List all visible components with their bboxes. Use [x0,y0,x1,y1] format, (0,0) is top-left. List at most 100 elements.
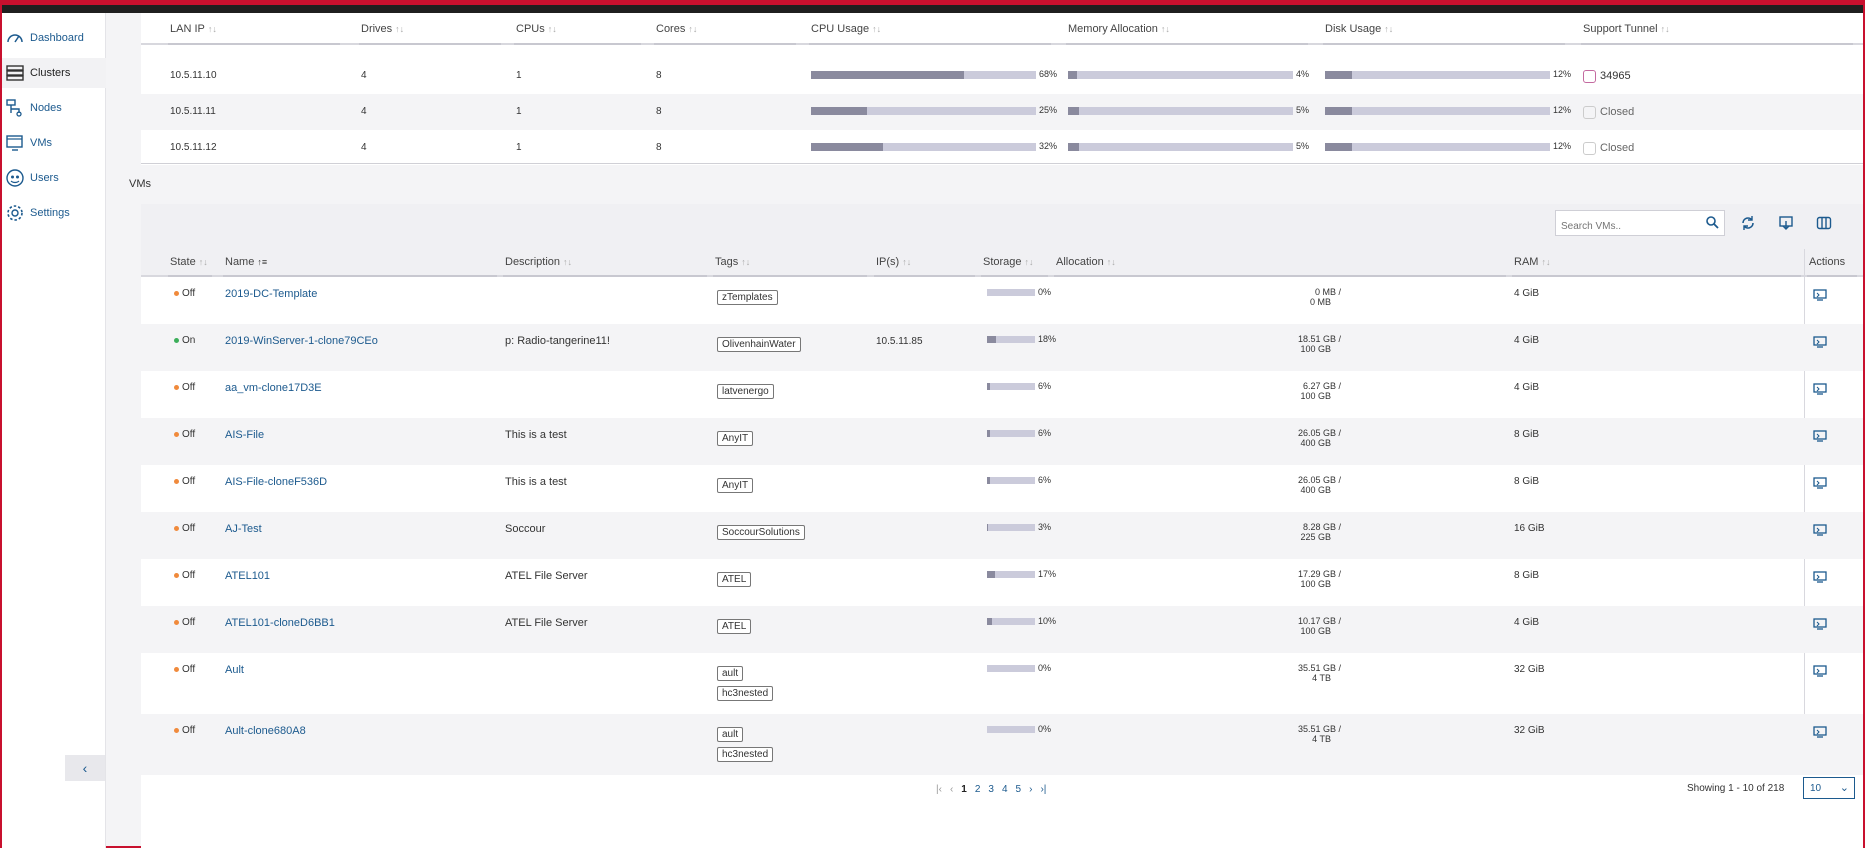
vm-table-row: Off 2019-DC-Template zTemplates 0% 0 MB /0 M… [141,277,1863,324]
refresh-button[interactable] [1737,212,1759,234]
mem-usage-percent: 5% [1296,105,1310,115]
column-header-disk-usage[interactable]: Disk Usage ↑↓ [1325,23,1393,35]
state-off-dot-icon [174,619,179,625]
column-header-memory-allocation[interactable]: Memory Allocation ↑↓ [1068,23,1170,35]
vm-state-label: Off [182,664,196,675]
vm-name-link[interactable]: AJ-Test [225,523,262,535]
per-page-value: 10 [1810,783,1822,794]
vm-name-link[interactable]: aa_vm-clone17D3E [225,382,322,394]
vm-name-link[interactable]: 2019-WinServer-1-clone79CEo [225,335,378,347]
page-1-button[interactable]: 1 [961,784,967,795]
allocation-total: 0 MB [1309,297,1331,307]
console-action-button[interactable] [1813,430,1827,442]
console-monitor-icon [1813,336,1827,348]
vm-allocation: 26.05 GB /400 GB [1201,475,1341,495]
vm-tag[interactable]: hc3nested [717,747,774,762]
vm-name-link[interactable]: Ault-clone680A8 [225,725,306,737]
column-header-drives[interactable]: Drives ↑↓ [361,23,404,35]
vm-table-row: Off ATEL101-cloneD6BB1 ATEL File Server ATE… [141,606,1863,653]
vm-allocation: 10.17 GB /100 GB [1201,616,1341,636]
sidebar-item-clusters[interactable]: Clusters [2,58,106,88]
column-header-label: Tags [715,256,739,268]
column-header-ram[interactable]: RAM ↑↓ [1514,256,1550,268]
vm-tag[interactable]: AnyIT [717,431,754,446]
vm-tag[interactable]: zTemplates [717,290,778,305]
vm-name-link[interactable]: ATEL101 [225,570,270,582]
vm-tag[interactable]: ault [717,727,744,742]
chevron-right-icon[interactable]: › [1029,784,1032,795]
console-action-button[interactable] [1813,665,1827,677]
disk-usage-percent: 12% [1553,105,1572,115]
console-action-button[interactable] [1813,524,1827,536]
sidebar-item-settings[interactable]: Settings [2,198,106,228]
sidebar-item-vms[interactable]: VMs [2,128,106,158]
column-header-underline [654,43,796,45]
console-action-button[interactable] [1813,477,1827,489]
first-page-icon[interactable]: |‹ [936,784,942,795]
console-action-button[interactable] [1813,726,1827,738]
vm-ram: 8 GiB [1514,429,1540,440]
columns-button[interactable] [1813,212,1835,234]
vm-name-link[interactable]: ATEL101-cloneD6BB1 [225,617,335,629]
vm-tag[interactable]: hc3nested [717,686,774,701]
storage-usage-percent: 17% [1038,569,1057,579]
column-header-ip-s-[interactable]: IP(s) ↑↓ [876,256,911,268]
vm-allocation: 35.51 GB /4 TB [1201,724,1341,744]
vm-name-link[interactable]: AIS-File-cloneF536D [225,476,327,488]
vm-state: Off [174,664,195,675]
vm-tag[interactable]: SoccourSolutions [717,525,805,540]
vm-allocation: 26.05 GB /400 GB [1201,428,1341,448]
column-header-storage[interactable]: Storage ↑↓ [983,256,1034,268]
vm-tag[interactable]: latvenergo [717,384,774,399]
page-4-button[interactable]: 4 [1002,784,1008,795]
chevron-left-icon: ‹ [82,760,88,776]
chevron-left-icon[interactable]: ‹ [950,784,953,795]
vm-state-label: Off [182,382,196,393]
search-vms-input[interactable] [1555,210,1725,236]
cpu-usage-fill [811,107,868,115]
column-header-description[interactable]: Description ↑↓ [505,256,572,268]
storage-usage-fill [987,336,996,343]
console-action-button[interactable] [1813,618,1827,630]
vm-tag[interactable]: ATEL [717,619,752,634]
storage-usage-bar [987,665,1035,672]
column-header-state[interactable]: State ↑↓ [170,256,208,268]
column-header-name[interactable]: Name ↑≡ [225,256,267,268]
vm-tag[interactable]: AnyIT [717,478,754,493]
allocation-total: 100 GB [1300,626,1331,636]
sidebar-item-nodes[interactable]: Nodes [2,93,106,123]
sidebar-item-users[interactable]: Users [2,163,106,193]
collapse-sidebar-button[interactable]: ‹ [65,755,105,781]
console-monitor-icon [1813,524,1827,536]
import-button[interactable] [1775,212,1797,234]
disk-usage-percent: 12% [1553,141,1572,151]
console-action-button[interactable] [1813,336,1827,348]
console-action-button[interactable] [1813,383,1827,395]
sidebar-item-dashboard[interactable]: Dashboard [2,23,106,53]
column-header-tags[interactable]: Tags ↑↓ [715,256,750,268]
vm-name-link[interactable]: Ault [225,664,244,676]
column-header-cores[interactable]: Cores ↑↓ [656,23,697,35]
page-2-button[interactable]: 2 [975,784,981,795]
last-page-icon[interactable]: ›| [1040,784,1046,795]
vm-tag[interactable]: ault [717,666,744,681]
search-icon[interactable] [1705,215,1719,229]
gear-icon [4,202,26,224]
page-3-button[interactable]: 3 [988,784,994,795]
vm-tag[interactable]: ATEL [717,572,752,587]
per-page-select[interactable]: 10 ⌄ [1803,777,1855,799]
top-accent-stripe [2,2,1863,5]
column-header-support-tunnel[interactable]: Support Tunnel ↑↓ [1583,23,1670,35]
page-5-button[interactable]: 5 [1016,784,1022,795]
column-header-allocation[interactable]: Allocation ↑↓ [1056,256,1116,268]
vm-state: Off [174,382,195,393]
vm-name-link[interactable]: 2019-DC-Template [225,288,317,300]
console-action-button[interactable] [1813,289,1827,301]
column-header-lan-ip[interactable]: LAN IP ↑↓ [170,23,217,35]
column-header-cpus[interactable]: CPUs ↑↓ [516,23,557,35]
console-action-button[interactable] [1813,571,1827,583]
column-header-cpu-usage[interactable]: CPU Usage ↑↓ [811,23,881,35]
vm-state-label: On [182,335,196,346]
vm-tag[interactable]: OlivenhainWater [717,337,801,352]
vm-name-link[interactable]: AIS-File [225,429,264,441]
